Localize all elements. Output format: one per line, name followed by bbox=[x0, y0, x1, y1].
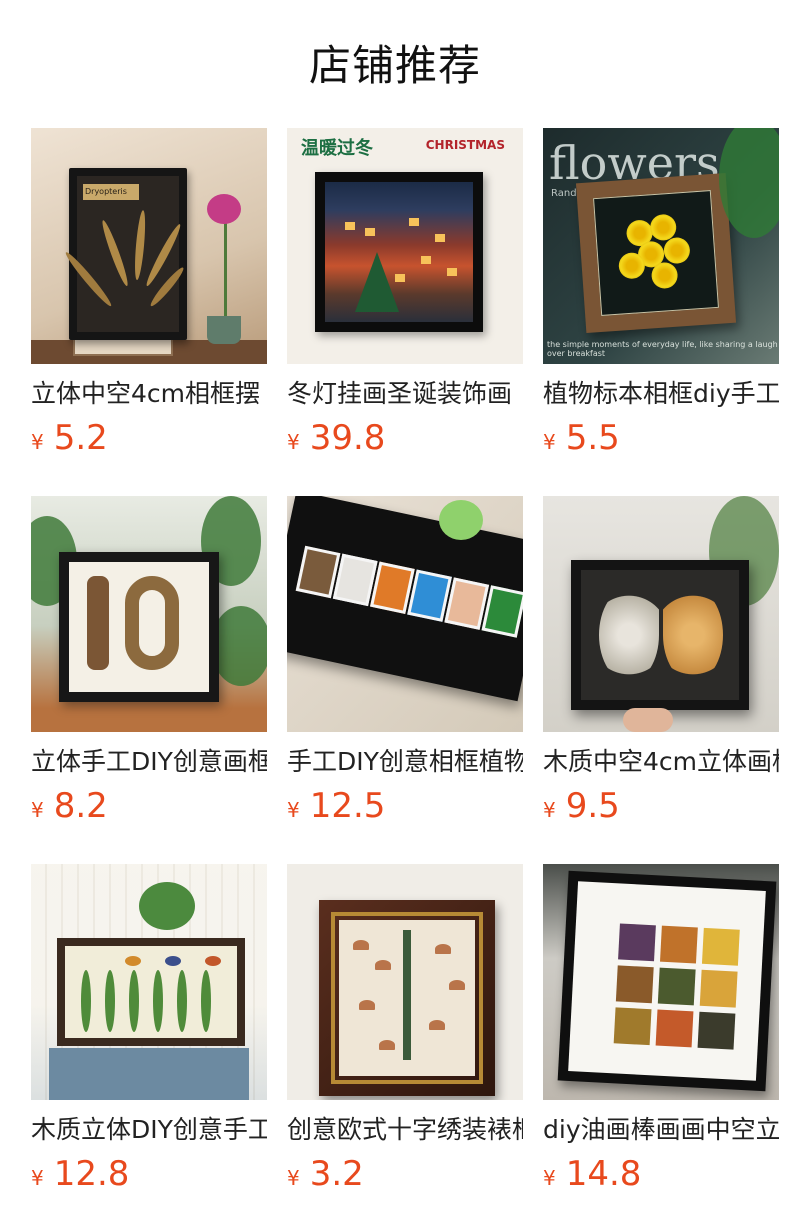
product-card[interactable]: diy油画棒画画中空立体 ¥ 14.8 bbox=[543, 864, 779, 1198]
product-price: ¥ 5.2 bbox=[31, 418, 267, 462]
number-ten-frame-image[interactable] bbox=[31, 496, 267, 732]
product-name[interactable]: 冬灯挂画圣诞装饰画 bbox=[287, 378, 523, 410]
price-value: 3.2 bbox=[309, 1154, 364, 1194]
product-card[interactable]: 木质立体DIY创意手工 ¥ 12.8 bbox=[31, 864, 267, 1198]
product-price: ¥ 3.2 bbox=[287, 1154, 523, 1198]
dried-fern-frame-image[interactable]: Dryopteris bbox=[31, 128, 267, 364]
section-header: 店铺推荐 bbox=[0, 0, 790, 128]
product-name[interactable]: diy油画棒画画中空立体 bbox=[543, 1114, 779, 1146]
product-price: ¥ 12.8 bbox=[31, 1154, 267, 1198]
price-value: 9.5 bbox=[565, 786, 620, 826]
price-value: 12.5 bbox=[309, 786, 386, 826]
currency-symbol: ¥ bbox=[543, 1166, 556, 1190]
product-card[interactable]: 温暖过冬 CHRISTMAS 冬灯挂画圣诞装饰画 ¥ 39.8 bbox=[287, 128, 523, 462]
product-card[interactable]: 木质中空4cm立体画框 ¥ 9.5 bbox=[543, 496, 779, 830]
product-name[interactable]: 木质立体DIY创意手工 bbox=[31, 1114, 267, 1146]
currency-symbol: ¥ bbox=[31, 430, 44, 454]
flower-specimen-frame-image[interactable]: flowers Random luck in universe the simp… bbox=[543, 128, 779, 364]
price-value: 14.8 bbox=[565, 1154, 642, 1194]
product-name[interactable]: 木质中空4cm立体画框 bbox=[543, 746, 779, 778]
butterfly-frame-image[interactable] bbox=[543, 496, 779, 732]
christmas-painting-image[interactable]: 温暖过冬 CHRISTMAS bbox=[287, 128, 523, 364]
price-value: 12.8 bbox=[53, 1154, 130, 1194]
price-value: 5.2 bbox=[53, 418, 108, 458]
flower-grid-frame-image[interactable] bbox=[543, 864, 779, 1100]
currency-symbol: ¥ bbox=[287, 1166, 300, 1190]
currency-symbol: ¥ bbox=[287, 798, 300, 822]
product-name[interactable]: 植物标本相框diy手工 bbox=[543, 378, 779, 410]
long-shadow-box-image[interactable] bbox=[287, 496, 523, 732]
currency-symbol: ¥ bbox=[31, 798, 44, 822]
product-price: ¥ 14.8 bbox=[543, 1154, 779, 1198]
product-card[interactable]: 创意欧式十字绣装裱框 ¥ 3.2 bbox=[287, 864, 523, 1198]
currency-symbol: ¥ bbox=[543, 798, 556, 822]
product-price: ¥ 8.2 bbox=[31, 786, 267, 830]
currency-symbol: ¥ bbox=[287, 430, 300, 454]
product-price: ¥ 12.5 bbox=[287, 786, 523, 830]
product-name[interactable]: 立体中空4cm相框摆 bbox=[31, 378, 267, 410]
fern-butterfly-frame-image[interactable] bbox=[31, 864, 267, 1100]
price-value: 8.2 bbox=[53, 786, 108, 826]
product-price: ¥ 9.5 bbox=[543, 786, 779, 830]
price-value: 39.8 bbox=[309, 418, 386, 458]
product-price: ¥ 39.8 bbox=[287, 418, 523, 462]
price-value: 5.5 bbox=[565, 418, 620, 458]
product-card[interactable]: flowers Random luck in universe the simp… bbox=[543, 128, 779, 462]
product-name[interactable]: 立体手工DIY创意画框 bbox=[31, 746, 267, 778]
product-card[interactable]: 手工DIY创意相框植物 ¥ 12.5 bbox=[287, 496, 523, 830]
product-price: ¥ 5.5 bbox=[543, 418, 779, 462]
currency-symbol: ¥ bbox=[31, 1166, 44, 1190]
currency-symbol: ¥ bbox=[543, 430, 556, 454]
product-name[interactable]: 手工DIY创意相框植物 bbox=[287, 746, 523, 778]
product-card[interactable]: 立体手工DIY创意画框 ¥ 8.2 bbox=[31, 496, 267, 830]
product-name[interactable]: 创意欧式十字绣装裱框 bbox=[287, 1114, 523, 1146]
section-title: 店铺推荐 bbox=[308, 40, 481, 90]
mushroom-ornate-frame-image[interactable] bbox=[287, 864, 523, 1100]
product-card[interactable]: Dryopteris 立体中空4cm相框摆 ¥ 5.2 bbox=[31, 128, 267, 462]
